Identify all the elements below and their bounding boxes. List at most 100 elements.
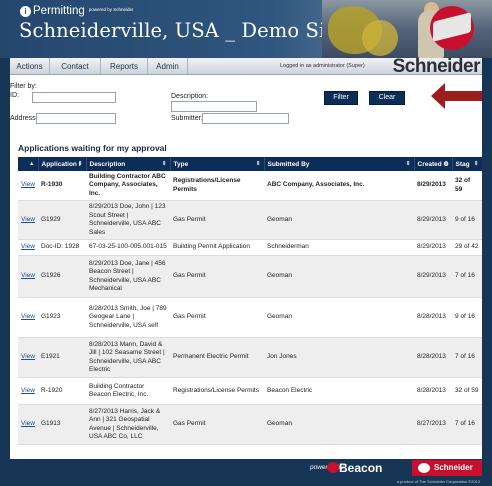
description-cell: 8/28/2013 Mann, David & Jill | 102 Seasa… xyxy=(86,337,170,379)
view-cell: View xyxy=(18,337,38,379)
sort-arrows-icon: ⇕ xyxy=(255,160,261,167)
type-cell: Registrations/License Permits xyxy=(173,386,259,394)
type-cell: Registrations/License Permits xyxy=(170,377,264,406)
id-label: ID: xyxy=(10,92,19,99)
application-id-cell: G1913 xyxy=(38,404,86,446)
filter-button[interactable]: Filter xyxy=(324,91,358,105)
table-row: View G1926 8/29/2013 Doe, Jane | 456 Beaco… xyxy=(18,255,482,299)
sort-arrows-icon: ⇕ xyxy=(161,160,167,167)
type-cell: Building Permit Application xyxy=(173,243,250,251)
submitter-label: Submitter: xyxy=(171,115,203,122)
description-cell: 8/29/2013 Doe, John | 123 Scout Street |… xyxy=(86,200,170,241)
stage-cell: 7 of 16 xyxy=(455,353,475,361)
view-cell: View xyxy=(18,297,38,339)
description-label: Description: xyxy=(171,93,208,100)
header-photo xyxy=(322,0,492,58)
id-input[interactable] xyxy=(32,92,116,103)
column-header-view[interactable]: ▲ xyxy=(18,157,39,171)
description-cell: 8/28/2013 Smith, Joe | 789 Geogear Lane … xyxy=(86,297,170,339)
type-cell: Gas Permit xyxy=(170,255,264,299)
application-id-cell: G1923 xyxy=(41,313,61,321)
nav-admin[interactable]: Admin xyxy=(148,58,188,75)
sort-arrows-icon: ⇕ xyxy=(77,160,83,167)
table-row: View G1923 8/28/2013 Smith, Joe | 789 Geog… xyxy=(18,297,482,339)
clear-button[interactable]: Clear xyxy=(369,91,405,105)
view-link[interactable]: View xyxy=(21,353,35,360)
main-content: Filter by: ID: Description: Filter Clear… xyxy=(10,75,482,459)
application-id-cell: R-1930 xyxy=(38,171,86,202)
description-input[interactable] xyxy=(171,101,257,112)
view-link[interactable]: View xyxy=(21,387,35,394)
view-cell: View xyxy=(18,255,38,299)
section-title: Applications waiting for my approval xyxy=(18,143,167,153)
created-on-cell: 8/28/2013 xyxy=(417,386,446,394)
stage-cell: 9 of 16 xyxy=(452,200,482,241)
login-status: Logged in as administrator (Super) xyxy=(280,63,365,69)
view-link[interactable]: View xyxy=(21,216,35,223)
nav-reports[interactable]: Reports xyxy=(101,58,148,75)
nav-contact[interactable]: Contact xyxy=(50,58,101,75)
submitted-by-cell: Schneiderman xyxy=(267,243,309,251)
type-cell: Permanent Electric Permit xyxy=(173,353,249,361)
created-on-cell: 8/29/2013 xyxy=(414,171,452,202)
permitting-logo-icon: i xyxy=(20,5,31,17)
stage-cell: 9 of 16 xyxy=(455,215,475,223)
column-header-type[interactable]: ⇕ Type xyxy=(170,157,265,171)
view-link[interactable]: View xyxy=(21,181,35,188)
description-cell: 67-03-25-100-005.001-015 xyxy=(86,239,170,257)
type-cell: Registrations/License Permits xyxy=(170,171,264,202)
view-cell: View xyxy=(18,200,38,241)
stage-cell: 7 of 16 xyxy=(452,255,482,299)
photo-foliage xyxy=(362,20,398,56)
schneider-logo-icon xyxy=(418,463,430,473)
description-cell: 8/27/2013 Harris, Jack & Ann | 321 Geosp… xyxy=(89,407,161,440)
application-id-cell: G1923 xyxy=(38,297,86,339)
view-link[interactable]: View xyxy=(21,272,35,279)
application-id-cell: R-1920 xyxy=(38,377,86,406)
column-header-description[interactable]: ⇕ Description xyxy=(86,157,171,171)
created-on-cell: 8/29/2013 xyxy=(417,215,446,223)
description-cell: Building Contractor ABC Company, Associa… xyxy=(86,171,170,202)
address-input[interactable] xyxy=(36,113,116,124)
application-id-cell: E1921 xyxy=(38,337,86,379)
submitter-input[interactable] xyxy=(202,113,289,124)
created-on-cell: 8/28/2013 xyxy=(414,337,452,379)
column-header-stage[interactable]: ⇕ Stag xyxy=(452,157,482,171)
type-cell: Gas Permit xyxy=(173,215,206,223)
type-cell: Gas Permit xyxy=(173,272,206,280)
created-on-cell: 8/29/2013 xyxy=(414,255,452,299)
description-cell: Building Contractor ABC Company, Associa… xyxy=(89,173,166,197)
stage-cell: 32 of 59 xyxy=(455,177,471,193)
submitted-by-cell: Jon Jones xyxy=(267,353,297,361)
view-link[interactable]: View xyxy=(21,313,35,320)
table-row: View G1913 8/27/2013 Harris, Jack & Ann | … xyxy=(18,404,482,446)
site-header: i Permitting powered by Schneider Schnei… xyxy=(0,0,492,58)
application-id-cell: E1921 xyxy=(41,353,60,361)
type-cell: Permanent Electric Permit xyxy=(170,337,264,379)
submitted-by-cell: ABC Company, Associates, Inc. xyxy=(267,181,365,189)
stage-cell: 29 of 42 xyxy=(452,239,482,257)
sort-arrows-icon: ⇕ xyxy=(473,160,479,167)
created-on-cell: 8/28/2013 xyxy=(417,313,446,321)
description-cell: 8/29/2013 Doe, Jane | 456 Beacon Street … xyxy=(89,259,166,292)
stage-cell: 7 of 16 xyxy=(452,404,482,446)
nav-actions[interactable]: Actions xyxy=(10,58,50,75)
view-cell: View xyxy=(18,171,38,202)
submitted-by-cell: Beacon Electric xyxy=(264,377,414,406)
view-link[interactable]: View xyxy=(21,420,35,427)
view-cell: View xyxy=(18,377,38,406)
stage-cell: 32 of 59 xyxy=(455,386,479,394)
column-header-submitted-by[interactable]: ⇕ Submitted By xyxy=(264,157,415,171)
column-header-created-on[interactable]: ⇕ Created O xyxy=(414,157,453,171)
table-row: View E1921 8/28/2013 Mann, David & Jill | … xyxy=(18,337,482,379)
application-id-cell: Doc-ID: 1928 xyxy=(38,239,86,257)
created-on-cell: 8/29/2013 xyxy=(417,243,446,251)
column-header-application-id[interactable]: ⇕ Application I xyxy=(38,157,87,171)
description-cell: 8/27/2013 Harris, Jack & Ann | 321 Geosp… xyxy=(86,404,170,446)
description-cell: Building Contractor Beacon Electric, Inc… xyxy=(89,382,149,399)
created-on-cell: 8/27/2013 xyxy=(417,420,446,428)
application-id-cell: G1926 xyxy=(41,272,61,280)
view-link[interactable]: View xyxy=(21,243,35,250)
stage-cell: 7 of 16 xyxy=(455,420,475,428)
submitted-by-cell: Geoman xyxy=(267,215,292,223)
